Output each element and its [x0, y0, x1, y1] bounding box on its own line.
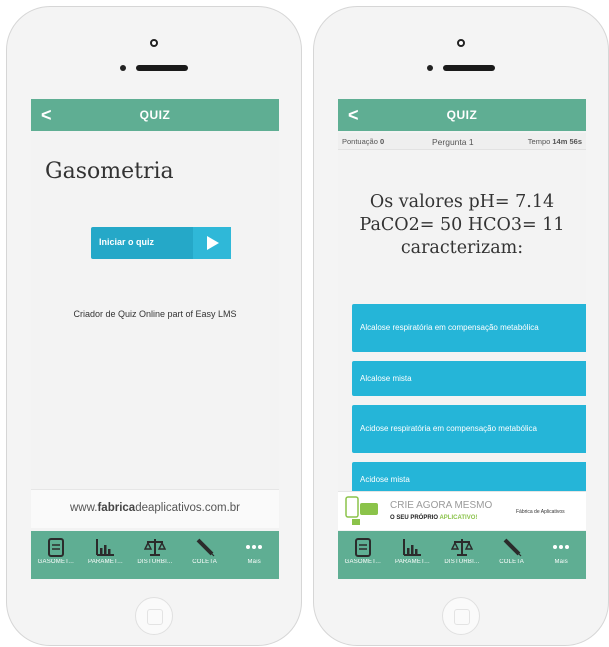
tab-label: Mais: [247, 559, 261, 565]
nav-bar: < QUIZ: [338, 99, 586, 131]
quiz-title: Gasometria: [45, 159, 174, 184]
tab-coleta[interactable]: COLETA: [487, 531, 537, 579]
answer-option[interactable]: Acidose respiratória em compensação meta…: [352, 405, 586, 453]
ad-headline: CRIE AGORA MESMO: [390, 500, 493, 511]
tab-parametros[interactable]: PARÂMET...: [81, 531, 131, 579]
tab-gasometria[interactable]: GASOMET...: [31, 531, 81, 579]
tab-gasometria[interactable]: GASOMET...: [338, 531, 388, 579]
tab-label: PARÂMET...: [87, 559, 123, 565]
home-button[interactable]: [135, 597, 173, 635]
tab-label: PARÂMET...: [394, 559, 430, 565]
sensor-dot: [120, 65, 126, 71]
ad-subline: O SEU PRÓPRIO APLICATIVO!: [390, 515, 478, 521]
speaker-grille: [443, 65, 495, 71]
nav-bar: < QUIZ: [31, 99, 279, 131]
syringe-icon: [196, 538, 215, 557]
screen-left: < QUIZ Gasometria Iniciar o quiz Criador…: [31, 99, 279, 579]
scale-icon: [143, 539, 166, 556]
website-url: www.fabricadeaplicativos.com.br: [69, 502, 241, 514]
play-icon: [193, 227, 231, 259]
camera-icon: [457, 39, 465, 47]
start-quiz-button[interactable]: Iniciar o quiz: [91, 227, 231, 259]
answer-list: Alcalose respiratória em compensação met…: [352, 304, 586, 506]
creator-text: Criador de Quiz Online part of Easy LMS: [73, 309, 237, 319]
website-banner[interactable]: www.fabricadeaplicativos.com.br: [31, 489, 279, 528]
home-button[interactable]: [442, 597, 480, 635]
answer-option[interactable]: Alcalose respiratória em compensação met…: [352, 304, 586, 352]
nav-title: QUIZ: [446, 108, 478, 122]
syringe-icon: [503, 538, 522, 557]
question-number: Pergunta 1: [432, 137, 474, 147]
tab-disturbios[interactable]: DISTÚRBI...: [130, 531, 180, 579]
tab-bar: GASOMET... PARÂMET... DISTÚRBI... COLETA…: [31, 531, 279, 579]
tab-label: GASOMET...: [37, 559, 74, 565]
camera-icon: [150, 39, 158, 47]
timer: Tempo 14m 56s: [527, 137, 582, 146]
app-devices-icon: [345, 496, 378, 525]
tab-label: COLETA: [192, 559, 217, 565]
nav-title: QUIZ: [139, 108, 171, 122]
tab-label: COLETA: [499, 559, 524, 565]
phone-frame-right: < QUIZ Pontuação 0 Pergunta 1 Tempo 14m …: [313, 6, 609, 646]
tab-more[interactable]: Mais: [229, 531, 279, 579]
more-icon: [246, 545, 263, 549]
ad-brand: Fábrica de Aplicativos: [516, 509, 565, 515]
score: Pontuação 0: [342, 137, 385, 146]
bar-chart-icon: [403, 539, 422, 556]
screen-right: < QUIZ Pontuação 0 Pergunta 1 Tempo 14m …: [338, 99, 586, 579]
tab-label: DISTÚRBI...: [444, 559, 480, 565]
tab-parametros[interactable]: PARÂMET...: [388, 531, 438, 579]
tab-disturbios[interactable]: DISTÚRBI...: [437, 531, 487, 579]
scale-icon: [450, 539, 473, 556]
clipboard-icon: [47, 538, 64, 557]
bar-chart-icon: [96, 539, 115, 556]
quiz-stats-bar: Pontuação 0 Pergunta 1 Tempo 14m 56s: [338, 133, 586, 150]
answer-option[interactable]: Alcalose mista: [352, 361, 586, 396]
question-text: Os valores pH= 7.14 PaCO2= 50 HCO3= 11 c…: [359, 192, 565, 258]
tab-coleta[interactable]: COLETA: [180, 531, 230, 579]
tab-more[interactable]: Mais: [536, 531, 586, 579]
start-quiz-label: Iniciar o quiz: [99, 237, 155, 247]
tab-label: DISTÚRBI...: [137, 559, 173, 565]
sensor-dot: [427, 65, 433, 71]
speaker-grille: [136, 65, 188, 71]
tab-bar: GASOMET... PARÂMET... DISTÚRBI... COLETA…: [338, 531, 586, 579]
clipboard-icon: [354, 538, 371, 557]
tab-label: Mais: [554, 559, 568, 565]
phone-frame-left: < QUIZ Gasometria Iniciar o quiz Criador…: [6, 6, 302, 646]
tab-label: GASOMET...: [344, 559, 381, 565]
ad-banner[interactable]: CRIE AGORA MESMO O SEU PRÓPRIO APLICATIV…: [338, 491, 586, 530]
more-icon: [553, 545, 570, 549]
